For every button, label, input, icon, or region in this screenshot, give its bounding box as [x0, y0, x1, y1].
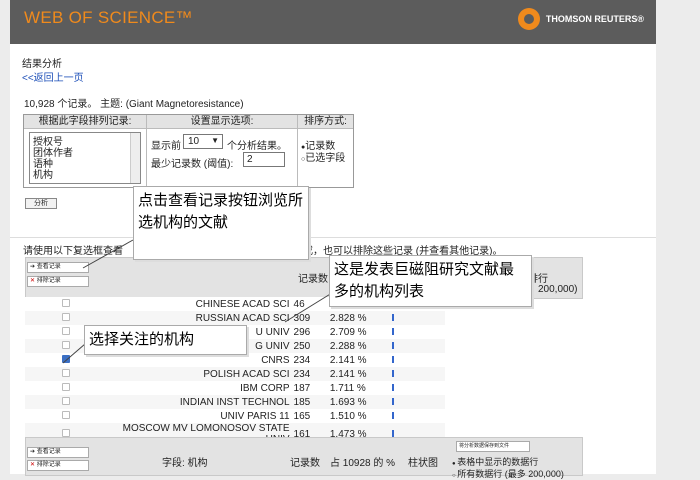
callout-line-view	[82, 239, 134, 269]
callout-select-institution: 选择关注的机构	[84, 325, 247, 355]
callout-lines	[62, 239, 341, 364]
callout-line-select	[62, 343, 86, 364]
callout-view-records: 点击查看记录按钮浏览所选机构的文献	[133, 186, 309, 260]
callout-top-institutions: 这是发表巨磁阻研究文献最多的机构列表	[329, 255, 532, 307]
